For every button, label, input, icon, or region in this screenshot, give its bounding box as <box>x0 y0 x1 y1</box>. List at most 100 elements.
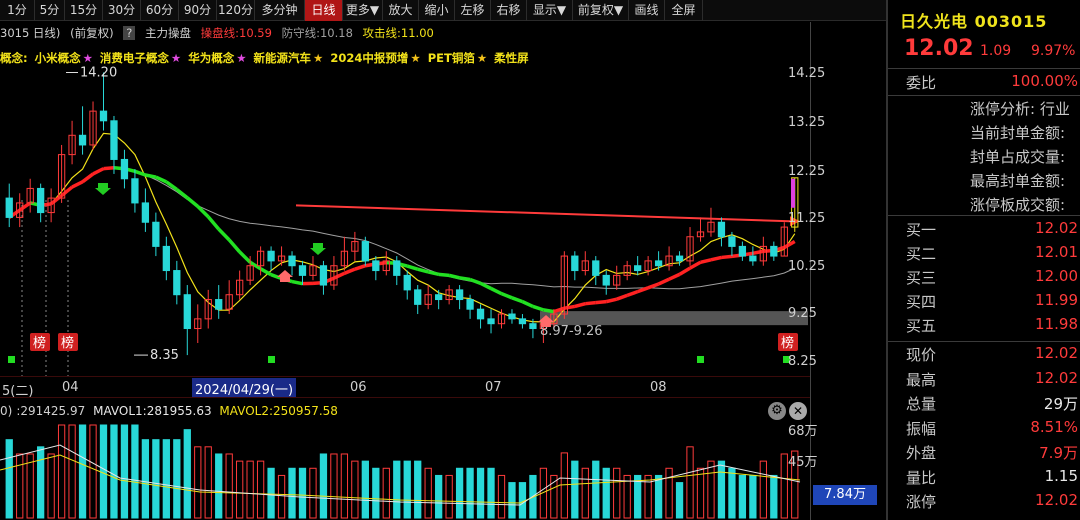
toolbar-btn-1[interactable]: 5分 <box>35 0 65 21</box>
bid-row[interactable]: 买五 11.98 <box>888 315 1080 339</box>
candle-body[interactable] <box>215 299 223 310</box>
volume-bar <box>162 439 170 519</box>
toolbar-btn-8[interactable]: 日线 <box>305 0 343 21</box>
toolbar-btn-12[interactable]: 左移 <box>455 0 491 21</box>
candle-body[interactable] <box>476 308 485 320</box>
concept-name: 华为概念 <box>188 51 235 65</box>
volume-bar <box>707 460 715 519</box>
sell-arrow-icon <box>95 183 111 195</box>
candle-body[interactable] <box>78 134 87 146</box>
candle-body[interactable] <box>288 255 296 267</box>
candle-body[interactable] <box>518 318 527 325</box>
candle-body[interactable] <box>372 260 380 272</box>
candle-body[interactable] <box>120 158 129 180</box>
kline-chart[interactable]: 14.208.358.97-9.26榜榜榜 <box>0 0 810 520</box>
vol-axis-label: 68万 <box>788 424 818 439</box>
ma-main-segment <box>406 264 419 271</box>
candle-body[interactable] <box>592 260 600 276</box>
candle-body[interactable] <box>770 245 778 257</box>
candle-body[interactable] <box>162 245 170 272</box>
selected-date[interactable]: 2024/04/29(一) <box>192 378 297 398</box>
candle-body[interactable] <box>466 299 474 310</box>
candle-body[interactable] <box>267 250 275 262</box>
candle-body[interactable] <box>152 221 160 247</box>
candle-body[interactable] <box>529 323 537 330</box>
concept-tag[interactable]: 新能源汽车 ★ <box>254 51 324 65</box>
toolbar-btn-6[interactable]: 120分 <box>217 0 255 21</box>
volume-bar <box>717 460 726 519</box>
toolbar-btn-0[interactable]: 1分 <box>0 0 35 21</box>
ma-main-segment <box>206 215 221 231</box>
bid-row[interactable]: 买一 12.02 <box>888 219 1080 243</box>
candle-body[interactable] <box>455 289 464 301</box>
toolbar-btn-3[interactable]: 30分 <box>103 0 141 21</box>
ma-main-segment <box>689 260 702 270</box>
candle-body[interactable] <box>393 260 401 276</box>
bid-row[interactable]: 买二 12.01 <box>888 243 1080 267</box>
concept-tag[interactable]: 小米概念 ★ <box>35 51 93 65</box>
candle-body[interactable] <box>602 274 610 286</box>
candle-body[interactable] <box>173 270 181 296</box>
stat-label: 振幅 <box>906 419 937 438</box>
candle-body[interactable] <box>675 255 684 262</box>
toolbar-btn-5[interactable]: 90分 <box>179 0 217 21</box>
adjust-mode[interactable]: (前复权) <box>70 26 113 40</box>
close-icon[interactable]: ✕ <box>789 402 807 420</box>
candle-body[interactable] <box>110 120 118 160</box>
candle-body[interactable] <box>414 289 422 305</box>
candle-body[interactable] <box>5 197 13 218</box>
candle-body[interactable] <box>717 221 726 238</box>
toolbar-btn-9[interactable]: 更多▼ <box>343 0 383 21</box>
candle-body[interactable] <box>571 255 579 272</box>
candle-body[interactable] <box>654 260 663 267</box>
toolbar-btn-13[interactable]: 右移 <box>491 0 527 21</box>
volume-bar <box>602 467 610 519</box>
candle-body[interactable] <box>99 110 108 122</box>
candle-body[interactable] <box>37 187 45 214</box>
concept-tag[interactable]: PET铜箔 ★ <box>428 51 487 65</box>
candle-body[interactable] <box>141 202 150 223</box>
toolbar-btn-2[interactable]: 15分 <box>65 0 103 21</box>
toolbar-btn-14[interactable]: 显示▼ <box>527 0 573 21</box>
candle-body[interactable] <box>435 294 443 301</box>
candle-body[interactable] <box>508 313 516 320</box>
volume-bar <box>372 467 380 519</box>
candle-body[interactable] <box>361 241 369 262</box>
candle-body[interactable] <box>183 294 191 330</box>
volume-bar <box>215 453 223 519</box>
candle-body[interactable] <box>487 318 495 325</box>
volume-bar <box>173 439 181 519</box>
volume-bar <box>256 460 265 519</box>
volume-bar <box>277 474 286 519</box>
candle-body[interactable] <box>749 255 757 262</box>
toolbar-btn-10[interactable]: 放大 <box>383 0 419 21</box>
volume-bar <box>194 446 202 519</box>
candle-body[interactable] <box>403 274 411 291</box>
toolbar-btn-11[interactable]: 缩小 <box>419 0 455 21</box>
toolbar-btn-7[interactable]: 多分钟 <box>255 0 305 21</box>
candle-body[interactable] <box>298 265 307 276</box>
gear-icon[interactable]: ⚙ <box>768 402 786 420</box>
toolbar-btn-4[interactable]: 60分 <box>141 0 179 21</box>
candle-body[interactable] <box>728 236 736 247</box>
stock-change: 1.09 <box>980 43 1012 59</box>
volume-bar <box>319 453 328 519</box>
help-icon[interactable]: ? <box>123 26 136 40</box>
candle-body[interactable] <box>319 265 328 286</box>
bid-row[interactable]: 买三 12.00 <box>888 267 1080 291</box>
stat-value: 1.15 <box>1044 466 1078 485</box>
volume-bar <box>560 452 568 519</box>
concept-tag[interactable]: 柔性屏 <box>494 51 531 65</box>
candle-body[interactable] <box>131 178 139 204</box>
toolbar-btn-17[interactable]: 全屏 <box>665 0 703 21</box>
concept-tag[interactable]: 2024中报预增 ★ <box>330 51 420 65</box>
candle-body[interactable] <box>634 265 642 272</box>
bid-row[interactable]: 买四 11.99 <box>888 291 1080 315</box>
concept-tag[interactable]: 华为概念 ★ <box>188 51 246 65</box>
toolbar-btn-15[interactable]: 前复权▼ <box>573 0 629 21</box>
toolbar-btn-16[interactable]: 画线 <box>629 0 665 21</box>
candle-body[interactable] <box>738 245 747 257</box>
volume-bar <box>236 460 244 519</box>
volume-bar <box>696 467 705 519</box>
concept-tag[interactable]: 消费电子概念 ★ <box>100 51 181 65</box>
